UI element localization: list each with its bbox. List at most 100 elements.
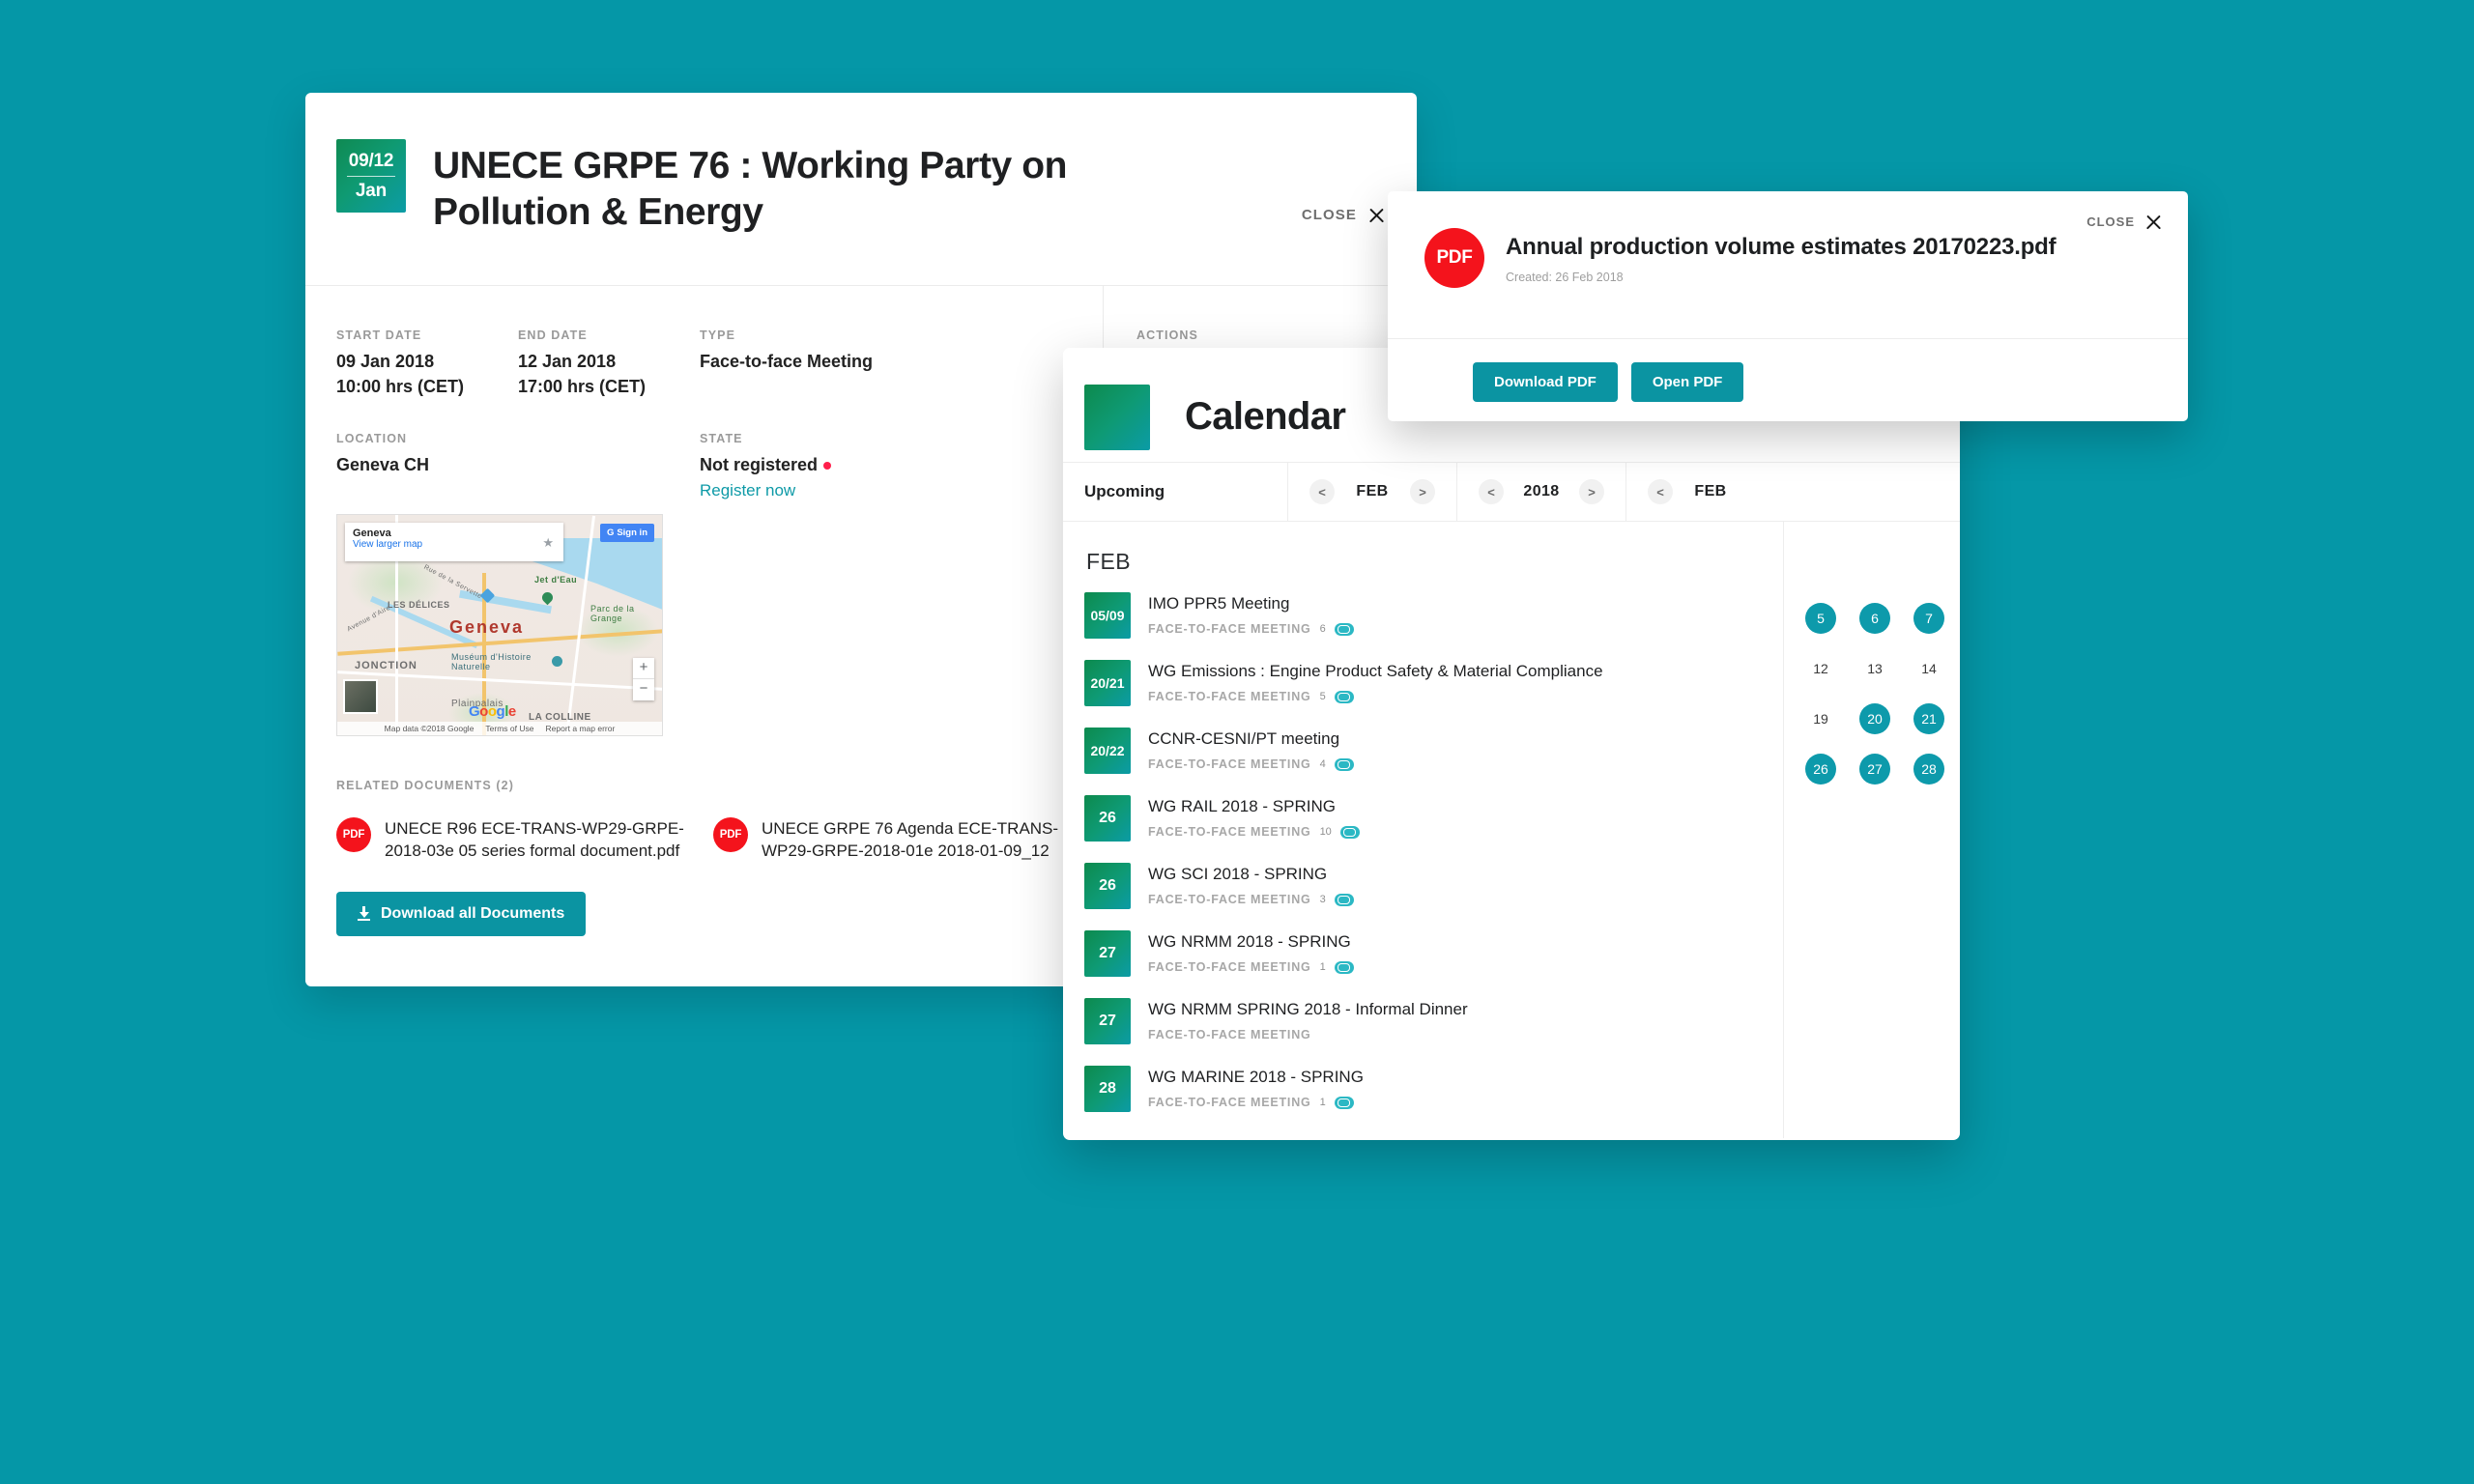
map-zoom-controls[interactable]: + − [633, 657, 654, 700]
mini-day[interactable]: 6 [1859, 603, 1890, 634]
calendar-title: Calendar [1185, 395, 1346, 438]
list-item[interactable]: 20/21 WG Emissions : Engine Product Safe… [1084, 660, 1783, 706]
mini-day[interactable]: 26 [1805, 754, 1836, 785]
start-time-value: 10:00 hrs (CET) [336, 376, 465, 396]
map-zoom-in-button[interactable]: + [633, 658, 654, 679]
end-date-field: END DATE 12 Jan 2018 17:00 hrs (CET) [518, 328, 700, 399]
upcoming-label: Upcoming [1084, 482, 1165, 500]
list-item[interactable]: 26 WG SCI 2018 - SPRING FACE-TO-FACE MEE… [1084, 863, 1783, 909]
spacer-field [518, 432, 700, 500]
map-sign-in-button[interactable]: G Sign in [599, 523, 654, 542]
mini-day[interactable]: 20 [1859, 703, 1890, 734]
events-list: FEB 05/09 IMO PPR5 Meeting FACE-TO-FACE … [1063, 522, 1783, 1138]
map-card-link[interactable]: View larger map [353, 539, 556, 550]
app-logo [1084, 384, 1150, 450]
attachment-icon[interactable] [1334, 757, 1354, 771]
event-close-button[interactable]: CLOSE [1302, 206, 1386, 224]
document-name[interactable]: UNECE R96 ECE-TRANS-WP29-GRPE-2018-03e 0… [385, 817, 684, 863]
event-meta: FACE-TO-FACE MEETING 4 [1148, 757, 1354, 771]
attachment-icon[interactable] [1334, 893, 1354, 906]
mini-day[interactable]: 27 [1859, 754, 1890, 785]
download-pdf-button[interactable]: Download PDF [1473, 362, 1618, 402]
event-meta: FACE-TO-FACE MEETING 6 [1148, 622, 1354, 636]
attachment-count: 1 [1319, 1097, 1326, 1108]
calendar-body: FEB 05/09 IMO PPR5 Meeting FACE-TO-FACE … [1063, 522, 1960, 1138]
mini-day[interactable]: 19 [1805, 703, 1836, 734]
event-type: FACE-TO-FACE MEETING [1148, 1028, 1311, 1042]
pdf-file-name: Annual production volume estimates 20170… [1506, 234, 2057, 260]
event-date-chip: 26 [1084, 863, 1131, 909]
list-item[interactable]: 20/22 CCNR-CESNI/PT meeting FACE-TO-FACE… [1084, 728, 1783, 774]
register-now-link[interactable]: Register now [700, 481, 881, 500]
attachment-icon[interactable] [1334, 1096, 1354, 1109]
year-navigator: < 2018 > [1456, 463, 1625, 521]
map-info-card[interactable]: Geneva View larger map ★ [345, 522, 563, 561]
event-name: WG RAIL 2018 - SPRING [1148, 797, 1336, 815]
document-name[interactable]: UNECE GRPE 76 Agenda ECE-TRANS-WP29-GRPE… [762, 817, 1061, 863]
event-meta: FACE-TO-FACE MEETING 3 [1148, 893, 1354, 906]
event-date-chip: 27 [1084, 998, 1131, 1044]
attachment-icon[interactable] [1339, 825, 1360, 839]
map-label-2: Jet d'Eau [534, 574, 578, 585]
state-label: STATE [700, 432, 743, 446]
pdf-close-button[interactable]: CLOSE [2086, 213, 2163, 231]
map-city-label: Geneva [449, 616, 525, 637]
attachment-count: 4 [1319, 758, 1326, 770]
event-type: FACE-TO-FACE MEETING [1148, 690, 1311, 703]
mini-day[interactable]: 12 [1805, 653, 1836, 684]
event-date-month: Jan [355, 180, 388, 201]
month-prev-button[interactable]: < [1309, 479, 1335, 504]
event-meta: FACE-TO-FACE MEETING [1148, 1028, 1468, 1042]
attachment-icon[interactable] [1334, 690, 1354, 703]
list-item[interactable]: 27 WG NRMM SPRING 2018 - Informal Dinner… [1084, 998, 1783, 1044]
side-month-prev-button[interactable]: < [1648, 479, 1673, 504]
event-name: WG MARINE 2018 - SPRING [1148, 1068, 1364, 1086]
mini-day[interactable]: 5 [1805, 603, 1836, 634]
location-label: LOCATION [336, 432, 408, 446]
location-map[interactable]: LES DÉLICES JONCTION Jet d'Eau Parc de l… [336, 513, 663, 736]
map-zoom-out-button[interactable]: − [633, 679, 654, 700]
mini-day[interactable]: 14 [1913, 653, 1944, 684]
year-prev-button[interactable]: < [1479, 479, 1504, 504]
start-date-label: START DATE [336, 328, 422, 343]
map-terms-link[interactable]: Terms of Use [485, 724, 533, 733]
attachment-icon[interactable] [1334, 622, 1354, 636]
year-value: 2018 [1523, 483, 1560, 499]
open-pdf-button[interactable]: Open PDF [1630, 362, 1744, 402]
google-logo: Google [469, 702, 516, 720]
document-item[interactable]: PDF UNECE GRPE 76 Agenda ECE-TRANS-WP29-… [713, 816, 1061, 863]
map-attribution: Map data ©2018 Google [384, 723, 475, 733]
year-next-button[interactable]: > [1579, 479, 1604, 504]
map-satellite-thumbnail[interactable] [343, 678, 378, 714]
mini-day[interactable]: 28 [1913, 754, 1944, 785]
mini-day[interactable]: 7 [1913, 603, 1944, 634]
state-value-row: Not registered [700, 453, 881, 478]
upcoming-tab[interactable]: Upcoming [1063, 463, 1287, 521]
state-dot-icon [823, 461, 832, 470]
list-item[interactable]: 05/09 IMO PPR5 Meeting FACE-TO-FACE MEET… [1084, 592, 1783, 639]
start-date-field: START DATE 09 Jan 2018 10:00 hrs (CET) [336, 328, 518, 399]
event-name: WG NRMM 2018 - SPRING [1148, 932, 1351, 951]
mini-day[interactable]: 13 [1859, 653, 1890, 684]
pdf-icon: PDF [336, 816, 371, 852]
attachment-count: 5 [1319, 691, 1326, 702]
event-name: CCNR-CESNI/PT meeting [1148, 729, 1340, 748]
map-report-link[interactable]: Report a map error [546, 724, 616, 733]
event-date-range: 09/12 [347, 151, 395, 177]
event-date-chip: 28 [1084, 1066, 1131, 1112]
attachment-count: 6 [1319, 623, 1326, 635]
document-item[interactable]: PDF UNECE R96 ECE-TRANS-WP29-GRPE-2018-0… [336, 816, 684, 863]
list-item[interactable]: 26 WG RAIL 2018 - SPRING FACE-TO-FACE ME… [1084, 795, 1783, 842]
event-main-column: START DATE 09 Jan 2018 10:00 hrs (CET) E… [305, 286, 1103, 936]
list-item[interactable]: 28 WG MARINE 2018 - SPRING FACE-TO-FACE … [1084, 1066, 1783, 1112]
list-item[interactable]: 27 WG NRMM 2018 - SPRING FACE-TO-FACE ME… [1084, 930, 1783, 977]
mini-day[interactable]: 21 [1913, 703, 1944, 734]
close-icon[interactable] [1367, 206, 1386, 224]
download-all-documents-button[interactable]: Download all Documents [336, 891, 587, 936]
star-icon[interactable]: ★ [542, 535, 554, 551]
event-header: 09/12 Jan UNECE GRPE 76 : Working Party … [305, 93, 1417, 235]
close-icon[interactable] [2144, 213, 2163, 231]
attachment-icon[interactable] [1334, 960, 1354, 974]
attachment-count: 1 [1319, 961, 1326, 973]
month-next-button[interactable]: > [1410, 479, 1435, 504]
